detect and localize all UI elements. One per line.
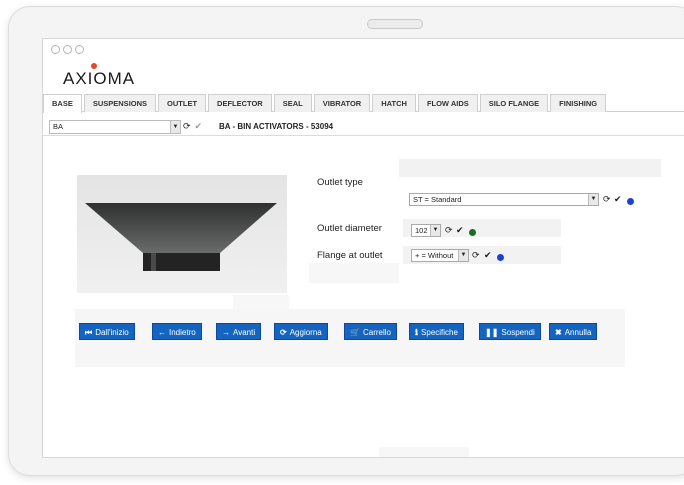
tab-finishing[interactable]: FINISHING [550,94,607,112]
refresh-icon: ⟳ [280,328,287,337]
forward-arrow-icon: → [222,328,230,337]
cart-button[interactable]: 🛒 Carrello [344,323,397,340]
suspend-button[interactable]: ❚❚ Sospendi [479,323,541,340]
product-title: BA - BIN ACTIVATORS - 53094 [219,122,334,131]
outlet-type-label: Outlet type [317,177,363,188]
refresh-icon[interactable]: ⟳ [603,193,611,206]
close-icon: ✖ [555,328,562,337]
check-icon: ✔ [194,121,203,131]
tab-deflector[interactable]: DEFLECTOR [208,94,272,112]
pause-icon: ❚❚ [485,328,499,337]
tab-vibrator[interactable]: VIBRATOR [313,94,371,112]
back-arrow-icon: ← [158,328,166,337]
axioma-logo: AXIOMA [63,63,135,89]
refresh-icon[interactable]: ⟳ [472,249,480,262]
chevron-down-icon[interactable]: ▼ [588,194,598,205]
placeholder-panel [379,447,469,457]
forward-button[interactable]: → Avanti [216,323,262,340]
chevron-down-icon[interactable]: ▼ [170,121,180,133]
window-control-minimize[interactable] [63,45,72,54]
product-bar: BA ▼ ⟳ ✔ BA - BIN ACTIVATORS - 53094 [43,119,684,136]
status-dot-icon [469,227,476,240]
outlet-diameter-label: Outlet diameter [317,223,382,234]
divider [43,135,684,136]
back-button[interactable]: ← Indietro [152,323,202,340]
chevron-down-icon[interactable]: ▼ [458,250,468,261]
tab-flow-aids[interactable]: FLOW AIDS [417,94,478,112]
flange-at-outlet-label: Flange at outlet [317,250,383,261]
info-icon: ℹ [415,328,419,337]
window-control-close[interactable] [51,45,60,54]
cancel-button[interactable]: ✖ Annulla [549,323,598,340]
flange-at-outlet-select[interactable]: + = Without ▼ [411,249,469,262]
product-image [77,175,287,293]
first-icon: ⏮ [85,328,93,337]
wizard-toolbar: ⏮ Dall'inizio ← Indietro → Avanti ⟳ Aggiorna… [75,309,625,367]
tab-hatch[interactable]: HATCH [372,94,416,112]
outlet-type-select[interactable]: ST = Standard ▼ [409,193,599,206]
refresh-button[interactable]: ⟳ Aggiorna [274,323,328,340]
status-dot-icon [497,252,504,265]
first-button[interactable]: ⏮ Dall'inizio [79,323,135,340]
specifications-button[interactable]: ℹ Specifiche [409,323,464,340]
tab-base[interactable]: BASE [43,94,82,113]
check-icon: ✔ [456,225,464,235]
tab-suspensions[interactable]: SUSPENSIONS [83,94,157,112]
tab-outlet[interactable]: OUTLET [158,94,207,112]
product-select[interactable]: BA ▼ [49,120,181,134]
app-window: AXIOMA BASE SUSPENSIONS OUTLET DEFLECTOR… [42,38,684,458]
device-speaker [367,19,423,29]
placeholder-panel [309,263,399,283]
window-control-maximize[interactable] [75,45,84,54]
window-controls [51,45,84,54]
tab-seal[interactable]: SEAL [273,94,312,112]
cart-icon: 🛒 [350,328,360,337]
refresh-icon[interactable]: ⟳ [445,224,453,237]
status-dot-icon [627,196,634,209]
outlet-diameter-select[interactable]: 102 ▼ [411,224,441,237]
refresh-icon[interactable]: ⟳ [183,121,191,132]
tab-silo-flange[interactable]: SILO FLANGE [479,94,549,112]
check-icon: ✔ [614,194,622,204]
chevron-down-icon[interactable]: ▼ [430,225,440,236]
logo-dot [91,63,97,69]
tab-bar: BASE SUSPENSIONS OUTLET DEFLECTOR SEAL V… [43,94,684,113]
check-icon: ✔ [484,250,492,260]
